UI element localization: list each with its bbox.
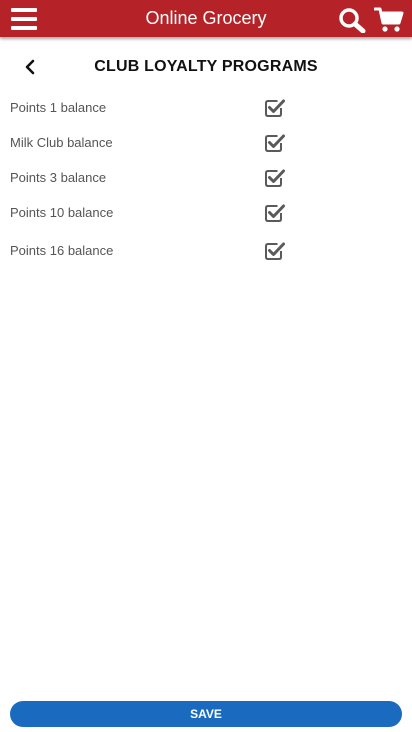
menu-bar bbox=[11, 17, 37, 21]
checkbox-checked-icon[interactable] bbox=[264, 241, 286, 261]
checkbox-checked-icon[interactable] bbox=[264, 98, 286, 118]
checkbox-checked-icon[interactable] bbox=[264, 133, 286, 153]
program-label: Points 16 balance bbox=[10, 243, 114, 258]
program-label: Points 1 balance bbox=[10, 100, 107, 115]
hamburger-menu-icon[interactable] bbox=[11, 8, 37, 30]
loyalty-program-row: Milk Club balance bbox=[0, 133, 412, 155]
loyalty-program-row: Points 1 balance bbox=[0, 98, 412, 120]
loyalty-program-row: Points 16 balance bbox=[0, 241, 412, 263]
program-label: Points 3 balance bbox=[10, 170, 107, 185]
app-header: Online Grocery bbox=[0, 0, 412, 37]
page-title: CLUB LOYALTY PROGRAMS bbox=[94, 58, 318, 75]
checkbox-checked-icon[interactable] bbox=[264, 203, 286, 223]
program-label: Points 10 balance bbox=[10, 205, 114, 220]
search-icon[interactable] bbox=[338, 7, 366, 34]
shopping-cart-icon[interactable] bbox=[373, 7, 404, 33]
program-label: Milk Club balance bbox=[10, 135, 113, 150]
loyalty-program-row: Points 10 balance bbox=[0, 203, 412, 225]
save-button[interactable]: SAVE bbox=[10, 701, 402, 727]
menu-bar bbox=[11, 26, 37, 30]
loyalty-program-row: Points 3 balance bbox=[0, 168, 412, 190]
menu-bar bbox=[11, 8, 37, 12]
checkbox-checked-icon[interactable] bbox=[264, 168, 286, 188]
